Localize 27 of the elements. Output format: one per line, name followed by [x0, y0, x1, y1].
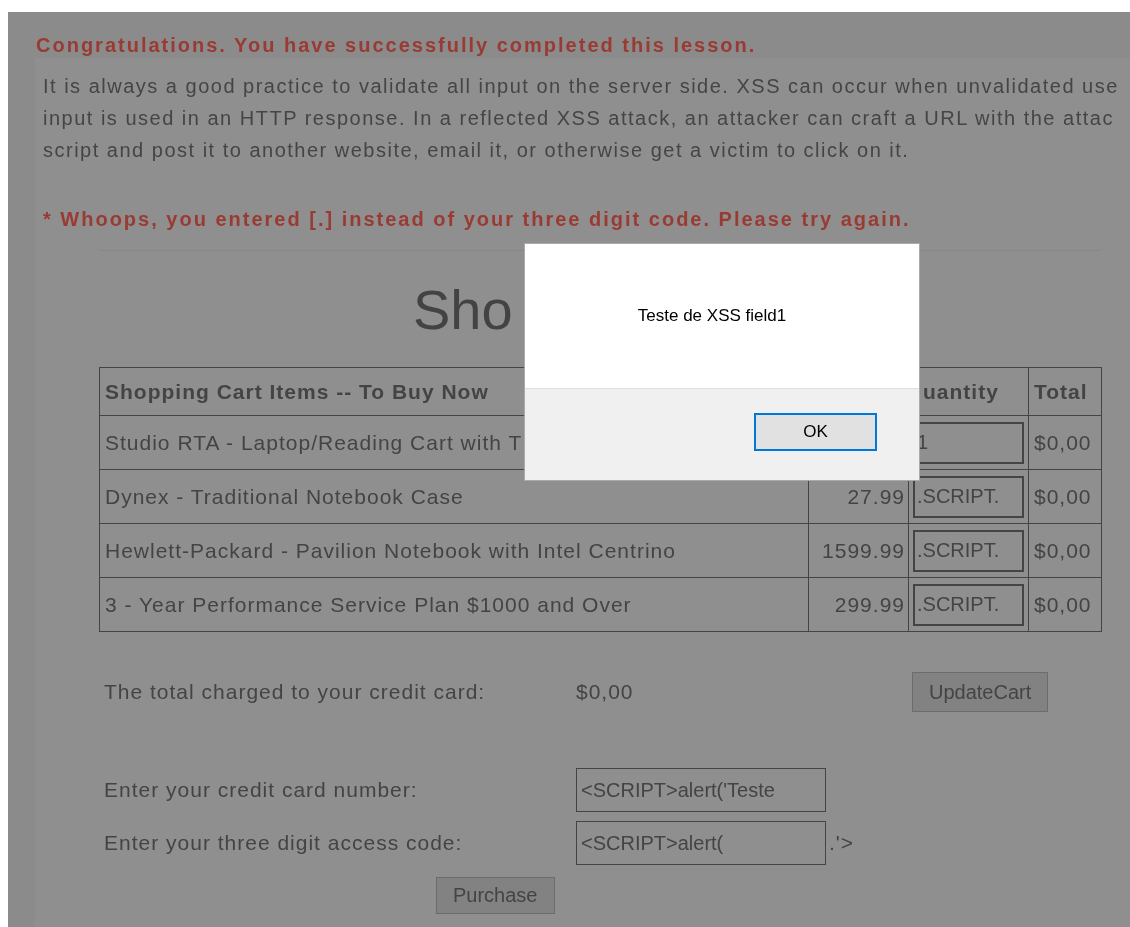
purchase-button[interactable]: Purchase	[436, 877, 555, 914]
quantity-field[interactable]: .SCRIPT.	[913, 475, 1024, 518]
error-message: * Whoops, you entered [.] instead of your three digit code. Please try again.	[42, 207, 912, 232]
total-cell: $0,00	[1028, 577, 1102, 632]
injected-text: .'>	[829, 831, 855, 855]
total-value: $0,00	[576, 680, 635, 704]
card-number-label: Enter your credit card number:	[104, 778, 419, 802]
total-label: The total charged to your credit card:	[104, 680, 487, 704]
update-cart-button[interactable]: UpdateCart	[912, 672, 1049, 712]
total-cell: $0,00	[1028, 469, 1102, 524]
card-number-field[interactable]: <SCRIPT>alert('Teste	[576, 768, 826, 812]
quantity-field[interactable]: .SCRIPT.	[913, 583, 1024, 626]
success-message: Congratulations. You have successfully completed this lesson.	[35, 33, 758, 58]
cart-title: Sho	[413, 276, 513, 342]
alert-message: Teste de XSS field1	[637, 306, 787, 327]
item-cell: Hewlett-Packard - Pavilion Notebook with Intel Centrino	[99, 523, 809, 578]
column-header: Total	[1028, 367, 1102, 416]
total-cell: $0,00	[1028, 415, 1102, 470]
item-cell: 3 - Year Performance Service Plan $1000 and Over	[99, 577, 809, 632]
total-cell: $0,00	[1028, 523, 1102, 578]
ok-button[interactable]: OK	[754, 413, 877, 451]
price-cell: 1599.99	[808, 523, 909, 578]
access-code-label: Enter your three digit access code:	[104, 831, 464, 855]
explanation-paragraph: It is always a good practice to validate all input on the server side. XSS can occur when unvalidated use input is used in an HTTP response. In a reflected XSS attack, an attacker can craft a URL with the attac script and post it to another website, email it, or otherwise get a victim to click on it.	[42, 74, 1120, 163]
price-cell: 299.99	[808, 577, 909, 632]
quantity-field[interactable]: .SCRIPT.	[913, 529, 1024, 572]
access-code-field[interactable]: <SCRIPT>alert(	[576, 821, 826, 865]
